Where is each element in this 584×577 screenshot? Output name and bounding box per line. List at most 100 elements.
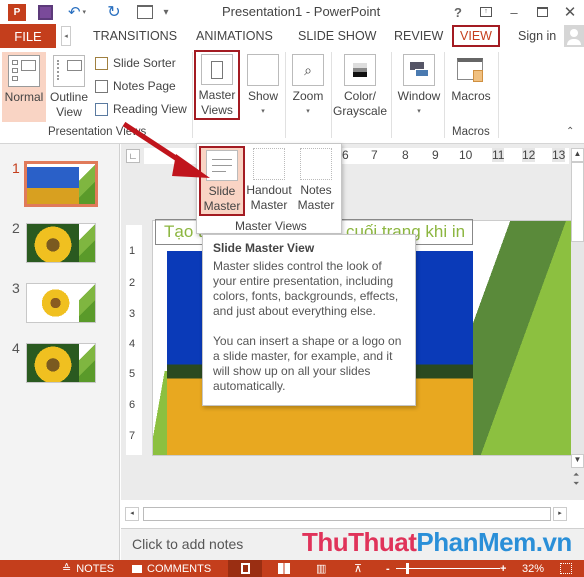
- redo-icon[interactable]: ↻: [104, 2, 124, 22]
- slide-master-label-line2: Master: [203, 199, 241, 213]
- zoom-in-button[interactable]: +: [500, 560, 506, 577]
- macros-button[interactable]: Macros: [448, 52, 494, 112]
- master-views-icon: [201, 54, 233, 85]
- group-label-macros: Macros: [452, 126, 490, 138]
- maximize-icon[interactable]: [530, 2, 554, 22]
- zoom-slider-track[interactable]: [396, 568, 500, 569]
- normal-view-button[interactable]: Normal: [2, 52, 46, 122]
- ruler-tick: 8: [402, 148, 409, 162]
- sign-in-link[interactable]: Sign in: [518, 24, 556, 48]
- reading-view-button[interactable]: Reading View: [95, 99, 187, 119]
- notes-master-label-line2: Master: [297, 198, 335, 212]
- color-label-line1: Color/: [343, 89, 376, 103]
- start-slideshow-icon[interactable]: [134, 2, 156, 22]
- slide-number: 1: [12, 160, 20, 176]
- watermark-part2: PhanMem: [416, 527, 536, 557]
- comments-label: COMMENTS: [147, 562, 212, 575]
- avatar[interactable]: [564, 25, 584, 47]
- ruler-tick: 7: [371, 148, 378, 162]
- slide-thumbnail[interactable]: [24, 161, 98, 207]
- notes-toggle-button[interactable]: ≙ NOTES: [62, 560, 114, 577]
- fit-slide-button[interactable]: [560, 560, 572, 577]
- watermark-part1: ThuThuat: [302, 527, 417, 557]
- horizontal-scroll-thumb[interactable]: [143, 507, 551, 521]
- reading-view-status-button[interactable]: ▥: [316, 560, 326, 577]
- reading-view-icon: [95, 102, 108, 116]
- customize-qat-icon[interactable]: ▾: [160, 2, 172, 22]
- zoom-level[interactable]: 32%: [522, 560, 544, 577]
- save-icon[interactable]: [34, 2, 56, 22]
- slideshow-status-icon: ⊼: [354, 563, 363, 575]
- tooltip-title: Slide Master View: [213, 241, 315, 255]
- tab-transitions[interactable]: TRANSITIONS: [93, 24, 177, 48]
- tab-review[interactable]: REVIEW: [394, 24, 443, 48]
- minimize-icon[interactable]: –: [502, 2, 526, 22]
- tab-slide-show[interactable]: SLIDE SHOW: [298, 24, 377, 48]
- slide-sorter-label: Slide Sorter: [113, 56, 176, 70]
- color-grayscale-icon: [344, 54, 376, 86]
- group-separator: [444, 52, 445, 138]
- ruler-tick: 6: [129, 399, 136, 411]
- tab-file[interactable]: FILE: [0, 24, 56, 48]
- slide-thumbnail[interactable]: [26, 223, 96, 263]
- master-views-group-label: Master Views: [235, 219, 307, 233]
- tab-scroll-left-button[interactable]: ◂: [61, 26, 71, 46]
- scroll-up-button[interactable]: ▲: [571, 148, 584, 162]
- group-separator: [285, 52, 286, 138]
- ruler-tick: 10: [459, 148, 473, 162]
- master-views-button[interactable]: Master Views: [194, 50, 240, 120]
- scroll-left-button[interactable]: ◂: [125, 507, 139, 521]
- slide-sorter-status-icon: [278, 563, 290, 574]
- color-grayscale-button[interactable]: Color/ Grayscale: [332, 52, 388, 122]
- notes-placeholder[interactable]: Click to add notes: [132, 536, 243, 552]
- outline-view-button[interactable]: Outline View: [48, 52, 90, 122]
- notes-page-button[interactable]: Notes Page: [95, 76, 176, 96]
- close-icon[interactable]: ✕: [558, 2, 582, 22]
- handout-master-button[interactable]: Handout Master: [245, 148, 293, 218]
- notes-master-label-line1: Notes: [300, 183, 332, 197]
- ruler-tick: 9: [432, 148, 439, 162]
- show-button[interactable]: Show ▾: [243, 52, 283, 122]
- show-icon: [247, 54, 279, 86]
- slide-sorter-button[interactable]: Slide Sorter: [95, 53, 176, 73]
- notes-page-icon: [95, 79, 108, 93]
- watermark-part3: .vn: [535, 527, 573, 557]
- slide-thumbnail[interactable]: [26, 343, 96, 383]
- outline-view-icon: [53, 55, 85, 87]
- scroll-right-button[interactable]: ▸: [553, 507, 567, 521]
- zoom-out-button[interactable]: -: [386, 560, 390, 577]
- slide-sorter-status-button[interactable]: [278, 560, 290, 577]
- slideshow-status-button[interactable]: ⊼: [354, 560, 362, 577]
- comments-icon: [132, 564, 142, 573]
- ruler-tick: 4: [129, 338, 136, 350]
- help-icon[interactable]: ?: [446, 2, 470, 22]
- group-separator: [498, 52, 499, 138]
- notes-icon: ≙: [62, 563, 72, 575]
- normal-view-status-icon: [240, 563, 250, 574]
- notes-master-icon: [300, 148, 332, 180]
- normal-view-status-button[interactable]: [228, 560, 262, 577]
- scroll-thumb[interactable]: [571, 162, 584, 242]
- slide-number: 4: [12, 340, 20, 356]
- vertical-scrollbar[interactable]: ▲ ▼: [571, 148, 584, 468]
- scroll-down-button[interactable]: ▼: [571, 454, 584, 468]
- notes-master-button[interactable]: Notes Master: [293, 148, 339, 218]
- undo-icon[interactable]: ↶ ▾: [64, 2, 90, 22]
- prev-next-slide-buttons[interactable]: ⏶ ⏷: [573, 470, 579, 488]
- window-button[interactable]: Window ▾: [396, 52, 442, 122]
- vertical-ruler[interactable]: 1 2 3 4 5 6 7: [126, 225, 142, 455]
- ribbon-display-options-icon[interactable]: ↑: [474, 2, 498, 22]
- zoom-slider-thumb[interactable]: [406, 563, 409, 574]
- zoom-button[interactable]: ⌕ Zoom ▾: [288, 52, 328, 122]
- reading-view-label: Reading View: [113, 102, 187, 116]
- horizontal-scrollbar[interactable]: ◂ ▸: [125, 507, 567, 521]
- tab-view[interactable]: VIEW: [452, 25, 500, 47]
- slide-thumbnail[interactable]: [26, 283, 96, 323]
- handout-master-label-line2: Master: [250, 198, 288, 212]
- collapse-ribbon-icon[interactable]: ⌃: [566, 126, 574, 137]
- notes-label: NOTES: [76, 562, 115, 575]
- normal-view-icon: [8, 55, 40, 87]
- window-icon: [403, 54, 435, 86]
- comments-button[interactable]: COMMENTS: [132, 560, 211, 577]
- tab-animations[interactable]: ANIMATIONS: [196, 24, 273, 48]
